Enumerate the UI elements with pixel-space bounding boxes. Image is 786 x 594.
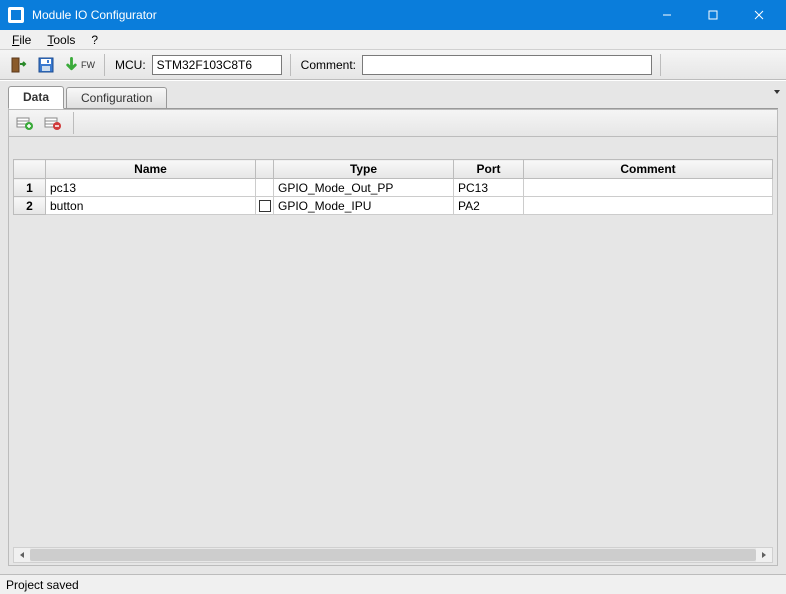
table-row[interactable]: 2 button GPIO_Mode_IPU PA2 — [14, 197, 773, 215]
menubar: File Tools ? — [0, 30, 786, 50]
fw-label: FW — [81, 60, 95, 70]
minimize-button[interactable] — [644, 0, 690, 30]
mcu-label: MCU: — [115, 58, 146, 72]
table-remove-icon — [44, 114, 62, 132]
menu-tools[interactable]: Tools — [39, 31, 83, 49]
cell-checkbox[interactable] — [256, 197, 274, 215]
header-checkbox[interactable] — [256, 160, 274, 179]
header-port[interactable]: Port — [454, 160, 524, 179]
grid-container: Name Type Port Comment 1 pc13 GPIO_Mode_… — [8, 137, 778, 566]
tab-configuration[interactable]: Configuration — [66, 87, 167, 108]
close-button[interactable] — [736, 0, 782, 30]
tab-data[interactable]: Data — [8, 86, 64, 109]
scroll-track[interactable] — [30, 548, 756, 562]
comment-input[interactable] — [362, 55, 652, 75]
chevron-left-icon — [18, 551, 26, 559]
chevron-right-icon — [760, 551, 768, 559]
chevron-down-icon — [773, 88, 781, 96]
download-arrow-icon — [63, 56, 80, 74]
window-title: Module IO Configurator — [32, 8, 644, 22]
table-row[interactable]: 1 pc13 GPIO_Mode_Out_PP PC13 — [14, 179, 773, 197]
row-number[interactable]: 1 — [14, 179, 46, 197]
horizontal-scrollbar[interactable] — [13, 547, 773, 563]
grid-toolbar — [8, 109, 778, 137]
grid-header-row: Name Type Port Comment — [14, 160, 773, 179]
status-text: Project saved — [6, 578, 79, 592]
content-panel: Name Type Port Comment 1 pc13 GPIO_Mode_… — [0, 109, 786, 574]
tab-area: Data Configuration — [0, 80, 786, 109]
checkbox-icon[interactable] — [259, 200, 271, 212]
mcu-input[interactable] — [152, 55, 282, 75]
floppy-disk-icon — [37, 56, 55, 74]
cell-checkbox[interactable] — [256, 179, 274, 197]
open-button[interactable] — [6, 53, 30, 77]
download-fw-button[interactable]: FW — [62, 53, 96, 77]
save-button[interactable] — [34, 53, 58, 77]
toolbar-separator — [73, 112, 74, 134]
scroll-left-button[interactable] — [14, 548, 30, 562]
row-number[interactable]: 2 — [14, 197, 46, 215]
toolbar: FW MCU: Comment: — [0, 50, 786, 80]
add-row-button[interactable] — [13, 111, 37, 135]
comment-label: Comment: — [301, 58, 356, 72]
menu-file[interactable]: File — [4, 31, 39, 49]
exit-door-icon — [9, 56, 27, 74]
io-grid[interactable]: Name Type Port Comment 1 pc13 GPIO_Mode_… — [13, 159, 773, 215]
titlebar: Module IO Configurator — [0, 0, 786, 30]
cell-type[interactable]: GPIO_Mode_IPU — [274, 197, 454, 215]
toolbar-separator — [660, 54, 661, 76]
toolbar-separator — [290, 54, 291, 76]
header-rownum[interactable] — [14, 160, 46, 179]
maximize-button[interactable] — [690, 0, 736, 30]
cell-comment[interactable] — [524, 179, 773, 197]
cell-name[interactable]: button — [46, 197, 256, 215]
tab-overflow-button[interactable] — [770, 85, 784, 99]
remove-row-button[interactable] — [41, 111, 65, 135]
cell-port[interactable]: PA2 — [454, 197, 524, 215]
header-comment[interactable]: Comment — [524, 160, 773, 179]
table-add-icon — [16, 114, 34, 132]
header-type[interactable]: Type — [274, 160, 454, 179]
menu-help[interactable]: ? — [83, 31, 106, 49]
statusbar: Project saved — [0, 574, 786, 594]
scroll-thumb[interactable] — [30, 549, 756, 561]
scroll-right-button[interactable] — [756, 548, 772, 562]
cell-type[interactable]: GPIO_Mode_Out_PP — [274, 179, 454, 197]
cell-name[interactable]: pc13 — [46, 179, 256, 197]
header-name[interactable]: Name — [46, 160, 256, 179]
toolbar-separator — [104, 54, 105, 76]
cell-comment[interactable] — [524, 197, 773, 215]
tabstrip: Data Configuration — [8, 87, 778, 109]
app-icon — [8, 7, 24, 23]
cell-port[interactable]: PC13 — [454, 179, 524, 197]
